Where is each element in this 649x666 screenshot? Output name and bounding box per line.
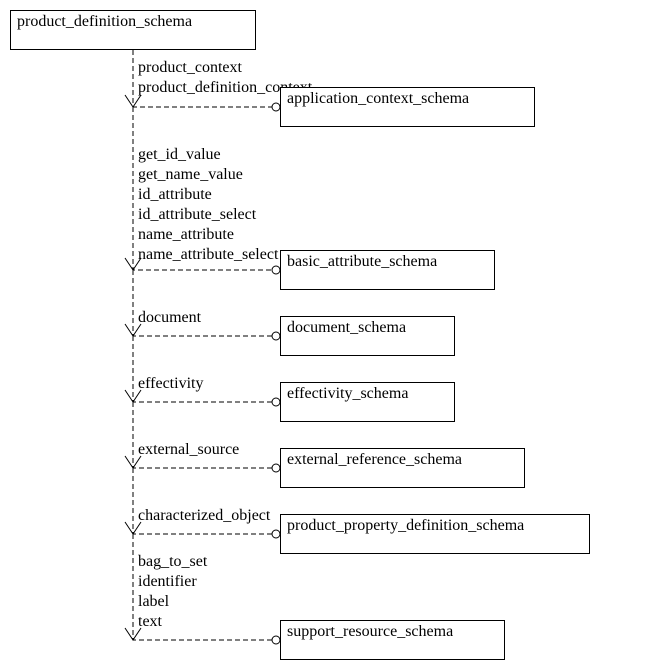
terminator-0 [272,103,280,111]
ref-label: effectivity [138,375,203,392]
target-box-0: application_context_schema [280,87,535,127]
target-box-5: product_property_definition_schema [280,514,590,554]
ref-label: get_id_value get_name_value id_attribute… [138,146,278,263]
ref-label: external_source [138,441,239,458]
ref-labels-3: effectivity [138,374,203,394]
target-title: external_reference_schema [287,451,462,468]
terminator-5 [272,530,280,538]
target-title: basic_attribute_schema [287,253,437,270]
target-box-4: external_reference_schema [280,448,525,488]
root-schema-box: product_definition_schema [10,10,256,50]
target-title: document_schema [287,319,406,336]
terminator-3 [272,398,280,406]
terminator-4 [272,464,280,472]
ref-label: document [138,309,201,326]
target-title: effectivity_schema [287,385,408,402]
ref-labels-5: characterized_object [138,506,270,526]
target-title: application_context_schema [287,90,469,107]
target-title: product_property_definition_schema [287,517,524,534]
target-box-3: effectivity_schema [280,382,455,422]
root-schema-title: product_definition_schema [17,13,192,30]
target-box-2: document_schema [280,316,455,356]
ref-label: characterized_object [138,507,270,524]
target-box-1: basic_attribute_schema [280,250,495,290]
ref-labels-2: document [138,308,201,328]
ref-labels-6: bag_to_set identifier label text [138,552,207,632]
target-title: support_resource_schema [287,623,453,640]
ref-labels-1: get_id_value get_name_value id_attribute… [138,145,278,265]
ref-labels-4: external_source [138,440,239,460]
target-box-6: support_resource_schema [280,620,505,660]
terminator-6 [272,636,280,644]
ref-label: bag_to_set identifier label text [138,553,207,630]
terminator-2 [272,332,280,340]
terminator-1 [272,266,280,274]
